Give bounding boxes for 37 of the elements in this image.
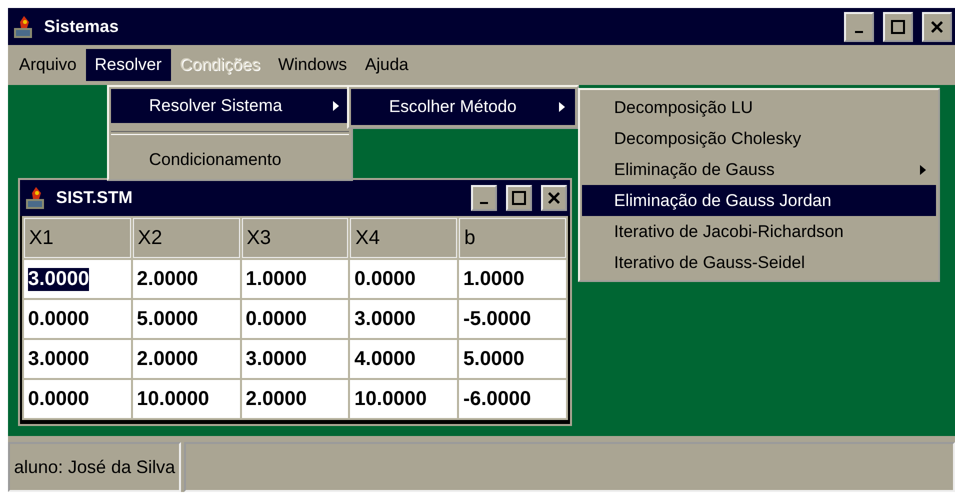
column-header: X4 [350, 218, 458, 258]
submenu-arrow-icon [559, 102, 565, 112]
menu-option[interactable]: Decomposição LU [582, 92, 936, 123]
menu-option[interactable]: Escolher Método [351, 89, 575, 125]
menu-option[interactable]: Condicionamento [111, 143, 349, 177]
minimize-button[interactable] [471, 185, 497, 211]
table-cell[interactable]: 3.0000 [28, 268, 90, 290]
window-title: Sistemas [44, 16, 120, 36]
column-header: b [459, 218, 566, 258]
submenu-arrow-icon [920, 164, 926, 174]
menu-item[interactable]: Arquivo [10, 49, 86, 81]
maximize-icon [512, 191, 526, 205]
menu-item[interactable]: Resolver [86, 49, 171, 81]
menu-item[interactable]: Windows [269, 49, 356, 81]
minimize-icon [480, 202, 488, 204]
menu-option[interactable]: Iterativo de Gauss-Seidel [582, 247, 936, 278]
menu-item[interactable]: Ajuda [356, 49, 418, 81]
close-icon [548, 192, 560, 204]
maximize-button[interactable] [883, 12, 913, 42]
status-panel: aluno: José da Silva [8, 442, 182, 492]
minimize-button[interactable] [844, 12, 874, 42]
close-icon [931, 20, 943, 32]
submenu-arrow-icon [333, 101, 339, 111]
menu-option[interactable]: Decomposição Cholesky [582, 123, 936, 154]
menu-option[interactable]: Eliminação de Gauss [582, 154, 936, 185]
column-header: X2 [132, 218, 240, 258]
minimize-icon [855, 30, 863, 32]
column-header: X3 [242, 218, 348, 258]
menu-option[interactable]: Eliminação de Gauss Jordan [582, 185, 936, 216]
menu-option[interactable]: Resolver Sistema [111, 89, 349, 123]
close-button[interactable] [922, 12, 952, 42]
maximize-icon [891, 20, 905, 34]
child-window-title: SIST.STM [56, 188, 134, 208]
maximize-button[interactable] [506, 185, 532, 211]
menu-option[interactable]: Iterativo de Jacobi-Richardson [582, 216, 936, 247]
column-header: X1 [24, 218, 131, 258]
close-button[interactable] [541, 185, 567, 211]
